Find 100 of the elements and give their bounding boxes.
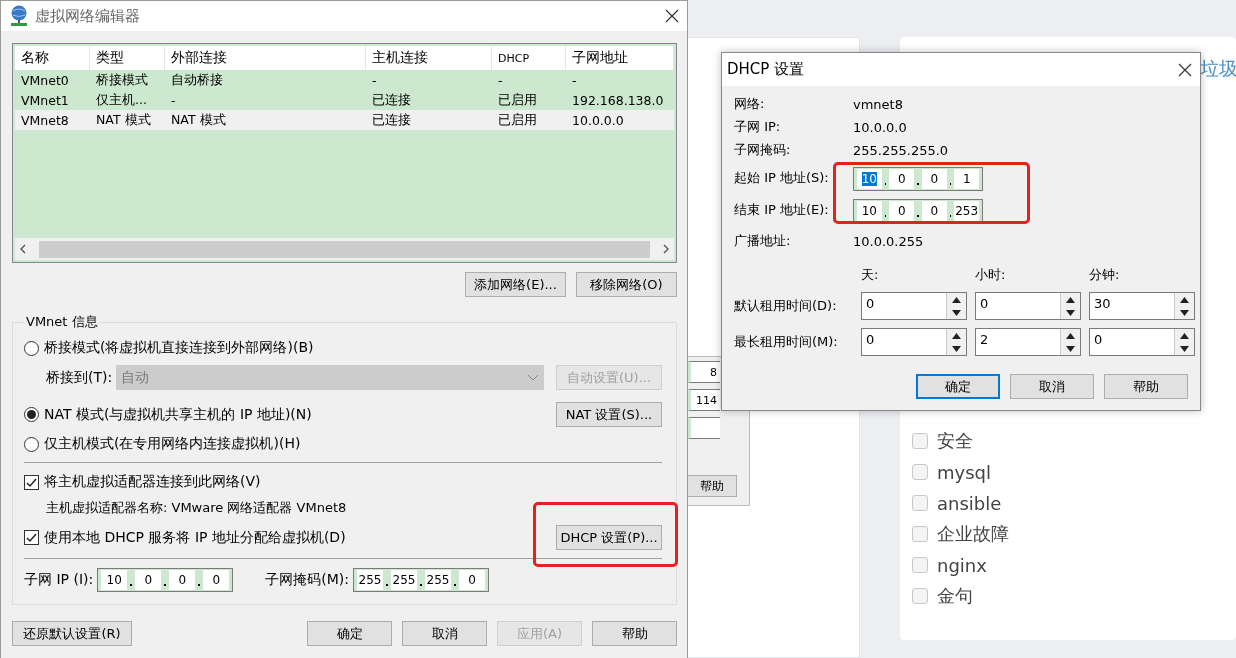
info-value: 10.0.0.255 [853,233,925,249]
table-cell-text: - [170,92,177,108]
ip-field[interactable]: 255 255 255 0 [353,568,489,592]
tag-label: 安全 [937,429,973,453]
column-label: 分钟: [1089,266,1121,284]
table-cell-text: VMnet0 [20,72,70,88]
column-header[interactable]: DHCP [492,46,566,70]
radio-button[interactable] [24,407,39,422]
close-icon[interactable] [1178,62,1192,77]
tag-label: 企业故障 [937,522,1009,546]
ip-field[interactable]: 8 [687,361,720,383]
column-header[interactable]: 类型 [90,46,165,70]
table-cell-text: 自动桥接 [170,71,224,89]
checkbox[interactable] [24,530,39,545]
column-header[interactable]: 外部连接 [165,46,366,70]
field-label: 子网掩码(M): [265,571,349,589]
info-label: 子网掩码: [734,141,792,159]
spin-field[interactable]: 0 [1089,328,1195,356]
ip-octet: 0 [897,204,906,218]
checkbox[interactable] [24,474,39,490]
table-cell-text: - [497,72,504,88]
dialog-button[interactable]: 取消 [402,621,487,646]
info-label: 广播地址: [734,232,792,250]
ip-octet: 0 [897,172,906,186]
field-label: 默认租用时间(D): [734,297,838,315]
add-network-button[interactable]: 添加网络(E)... [465,272,566,297]
dialog-button[interactable]: 帮助 [592,621,677,646]
table-cell-text: 10.0.0.0 [571,112,625,128]
ip-field[interactable]: 10 0 0 0 [97,568,234,592]
field-label: 桥接到(T): [46,368,113,387]
up-arrow-icon [952,332,961,339]
column-header[interactable]: 子网地址 [566,46,674,70]
close-icon[interactable] [665,9,679,23]
group-title: VMnet 信息 [25,313,99,331]
restore-defaults-button[interactable]: 还原默认设置(R) [12,621,132,646]
spin-field[interactable]: 2 [975,328,1081,356]
ip-octet: 1 [962,172,971,186]
field-label: 子网 IP (I): [24,571,94,589]
column-header[interactable]: 名称 [15,46,90,70]
dhcp-settings-button[interactable]: DHCP 设置(P)... [556,525,662,550]
spin-field[interactable]: 0 [975,292,1081,320]
remove-network-button[interactable]: 移除网络(O) [576,272,677,297]
checkbox-label: 使用本地 DHCP 服务将 IP 地址分配给虚拟机(D) [44,528,346,547]
table-cell-text: - [371,72,378,88]
horizontal-scrollbar[interactable] [15,238,674,260]
radio-label: 仅主机模式(在专用网络内连接虚拟机)(H) [44,435,301,453]
up-arrow-icon [1066,296,1075,303]
table-row[interactable]: VMnet0 桥接模式 自动桥接 - - - [15,70,674,90]
column-label: 小时: [975,266,1007,284]
ip-field[interactable]: 10 0 0 253 [853,199,983,223]
ip-field[interactable]: 10 0 0 1 [853,167,983,191]
dialog-button[interactable]: 帮助 [1104,374,1188,399]
scroll-right-icon[interactable] [662,244,670,254]
dialog-button[interactable]: 取消 [1010,374,1094,399]
table-cell-text: 仅主机... [95,91,148,109]
table-cell-text: 已连接 [371,91,412,109]
ip-octet: 0 [930,172,939,186]
ip-field[interactable] [687,417,720,439]
radio-button[interactable] [24,340,39,356]
ip-octet: 253 [955,204,979,218]
tag-label: mysql [937,461,991,483]
table-row[interactable]: VMnet8 NAT 模式 NAT 模式 已连接 已启用 10.0.0.0 [15,110,674,130]
ip-octet: 10 [861,172,877,186]
table-cell-text: VMnet8 [20,112,70,128]
ip-octet: 0 [930,204,939,218]
tag-label: nginx [937,554,987,576]
up-arrow-icon [1180,296,1189,303]
window-title: 虚拟网络编辑器 [35,6,140,26]
radio-button[interactable] [24,436,39,452]
spin-field[interactable]: 0 [861,328,967,356]
info-value: 10.0.0.0 [853,119,908,135]
tag-label: ansible [937,492,1002,514]
down-arrow-icon [1180,309,1189,316]
up-arrow-icon [1066,332,1075,339]
ip-octet: 0 [212,573,221,587]
tag-label: 金句 [937,584,973,608]
table-cell-text: 已启用 [497,111,538,129]
ip-octet: 0 [144,573,153,587]
dialog-button[interactable]: 确定 [916,374,1000,399]
nat-settings-button[interactable]: NAT 设置(S)... [556,402,662,427]
spin-field[interactable]: 30 [1089,292,1195,320]
scroll-left-icon[interactable] [19,244,27,254]
table-row[interactable]: VMnet1 仅主机... - 已连接 已启用 192.168.138.0 [15,90,674,110]
table-cell-text: - [571,72,578,88]
table-cell-text: 已启用 [497,91,538,109]
up-arrow-icon [952,296,961,303]
dialog-button[interactable]: 确定 [307,621,392,646]
ip-octet: 0 [178,573,187,587]
ip-field[interactable]: 114 [687,389,720,411]
table-cell-text: 桥接模式 [95,71,149,89]
table-cell-text: 192.168.138.0 [571,92,665,108]
ip-octet: 10 [106,573,122,587]
radio-label: NAT 模式(与虚拟机共享主机的 IP 地址)(N) [44,405,312,424]
column-header[interactable]: 主机连接 [366,46,492,70]
help-button[interactable]: 帮助 [687,475,737,497]
table-cell-text: NAT 模式 [170,111,227,129]
ip-octet: 255 [426,573,450,587]
spin-field[interactable]: 0 [861,292,967,320]
down-arrow-icon [952,345,961,352]
info-label: 网络: [734,95,766,113]
